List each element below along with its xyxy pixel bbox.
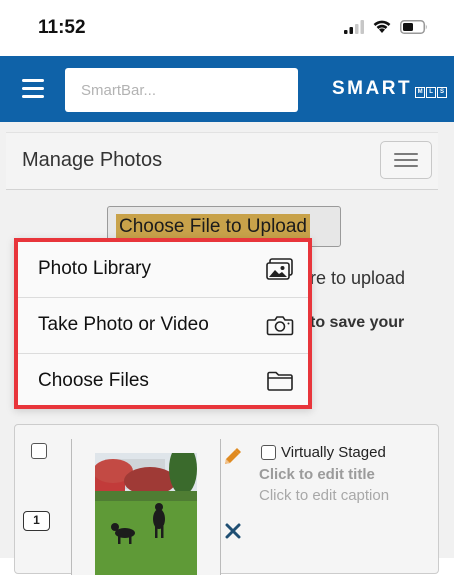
choose-files-label: Choose Files (38, 370, 149, 391)
photo-library-label: Photo Library (38, 258, 152, 279)
battery-icon (400, 19, 427, 34)
brand-letter-s: S (437, 87, 448, 98)
edit-caption-link[interactable]: Click to edit caption (259, 487, 389, 504)
photo-library-icon (266, 258, 293, 280)
cellular-signal-icon (344, 19, 364, 34)
pencil-icon[interactable] (222, 447, 242, 467)
page-content: Manage Photos Choose File to Upload re t… (0, 122, 454, 575)
photo-library-option[interactable]: Photo Library (18, 242, 308, 297)
choose-file-label: Choose File to Upload (116, 214, 310, 240)
app-header: SMART M L S (0, 56, 454, 122)
choose-files-option[interactable]: Choose Files (18, 354, 308, 409)
file-source-popover: Photo Library Take Photo or Video Choose… (14, 238, 312, 409)
take-photo-option[interactable]: Take Photo or Video (18, 298, 308, 353)
panel-header: Manage Photos (6, 132, 438, 190)
virtually-staged-label: Virtually Staged (281, 444, 386, 461)
brand-letter-m: M (415, 87, 426, 98)
photo-card: 1 Virtually Staged Click to edit title C… (14, 424, 439, 575)
wifi-icon (373, 20, 391, 33)
smartbar-search-input[interactable] (65, 68, 298, 112)
take-photo-label: Take Photo or Video (38, 314, 209, 335)
main-menu-icon[interactable] (22, 79, 44, 99)
smartmls-logo: SMART M L S (332, 78, 448, 100)
status-bar: 11:52 (0, 0, 454, 56)
photo-frame (71, 439, 221, 575)
brand-text: SMART (332, 78, 413, 99)
photo-order-badge[interactable]: 1 (23, 511, 50, 531)
folder-icon (267, 371, 293, 391)
panel-menu-button[interactable] (380, 141, 432, 179)
virtually-staged-checkbox[interactable] (261, 445, 276, 460)
photo-thumbnail[interactable] (95, 453, 197, 575)
page-title: Manage Photos (22, 149, 163, 171)
delete-x-icon[interactable] (225, 523, 241, 539)
upload-instructions-text: re to upload (310, 268, 406, 288)
brand-letter-l: L (426, 87, 437, 98)
camera-icon (266, 316, 294, 336)
save-instructions-text: to save your (310, 314, 405, 331)
status-time: 11:52 (38, 17, 86, 38)
brand-mls-boxes: M L S (415, 87, 448, 98)
edit-title-link[interactable]: Click to edit title (259, 466, 375, 483)
select-photo-checkbox[interactable] (31, 443, 47, 459)
status-icons (344, 19, 428, 34)
